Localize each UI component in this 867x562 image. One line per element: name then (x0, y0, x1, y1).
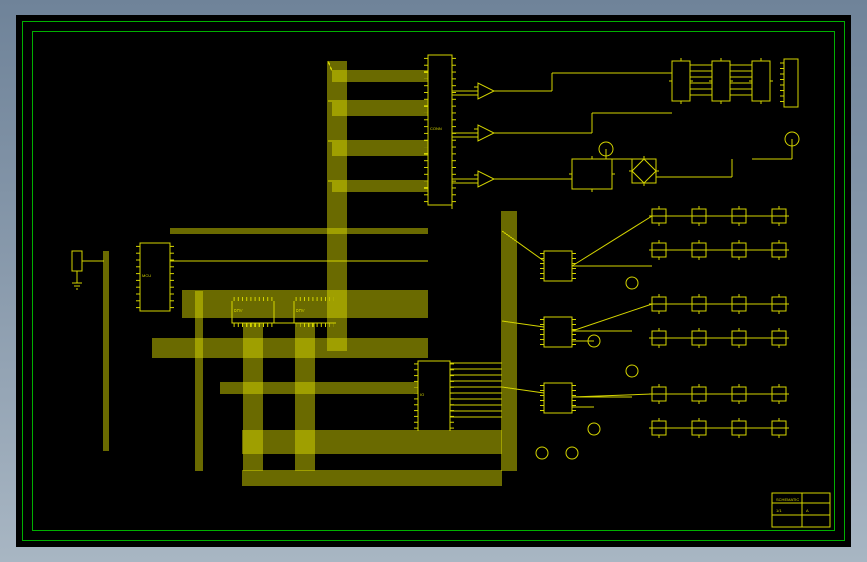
schematic-canvas[interactable]: SCHEMATIC 1/1 A MCUDRVDRVCONNIO (32, 31, 835, 531)
vbus (502, 211, 516, 471)
ic-u6[interactable] (540, 251, 576, 281)
vbus (196, 291, 202, 471)
ic-label: MCU (142, 273, 151, 278)
schematic-sheet: SCHEMATIC 1/1 A MCUDRVDRVCONNIO (16, 15, 851, 547)
title-block: SCHEMATIC 1/1 A (772, 493, 830, 527)
hbus (152, 339, 428, 357)
ic-u1[interactable]: MCU (136, 243, 174, 311)
title-block-sheet: 1/1 (776, 508, 782, 513)
component-br1[interactable] (629, 156, 659, 186)
title-block-rev: A (806, 508, 809, 513)
hbus (182, 291, 428, 317)
hbus (242, 431, 502, 453)
ic-u5[interactable]: IO (414, 361, 454, 431)
node[interactable] (626, 365, 638, 377)
node[interactable] (588, 423, 600, 435)
component-bl3[interactable] (749, 58, 773, 104)
node[interactable] (626, 277, 638, 289)
power-input (72, 251, 104, 289)
node[interactable] (566, 447, 578, 459)
wire (572, 304, 652, 331)
bridge-rectifier-icon (632, 159, 656, 183)
node[interactable] (536, 447, 548, 459)
title-block-title: SCHEMATIC (776, 497, 799, 502)
wire (572, 216, 652, 266)
component-bl2[interactable] (709, 58, 733, 104)
ic-u7[interactable] (540, 317, 576, 347)
vbus (104, 251, 108, 451)
component-bl1[interactable] (669, 58, 693, 104)
ic-label: CONN (430, 126, 442, 131)
hbus (170, 229, 428, 233)
cad-viewport[interactable]: SCHEMATIC 1/1 A MCUDRVDRVCONNIO (0, 0, 867, 562)
hbus (242, 471, 502, 485)
ic-u8[interactable] (540, 383, 576, 413)
connector-j1[interactable] (780, 59, 798, 107)
ic-label: IO (420, 392, 424, 397)
ic-u4[interactable]: CONN (424, 55, 456, 205)
component-ps1[interactable] (569, 156, 615, 192)
